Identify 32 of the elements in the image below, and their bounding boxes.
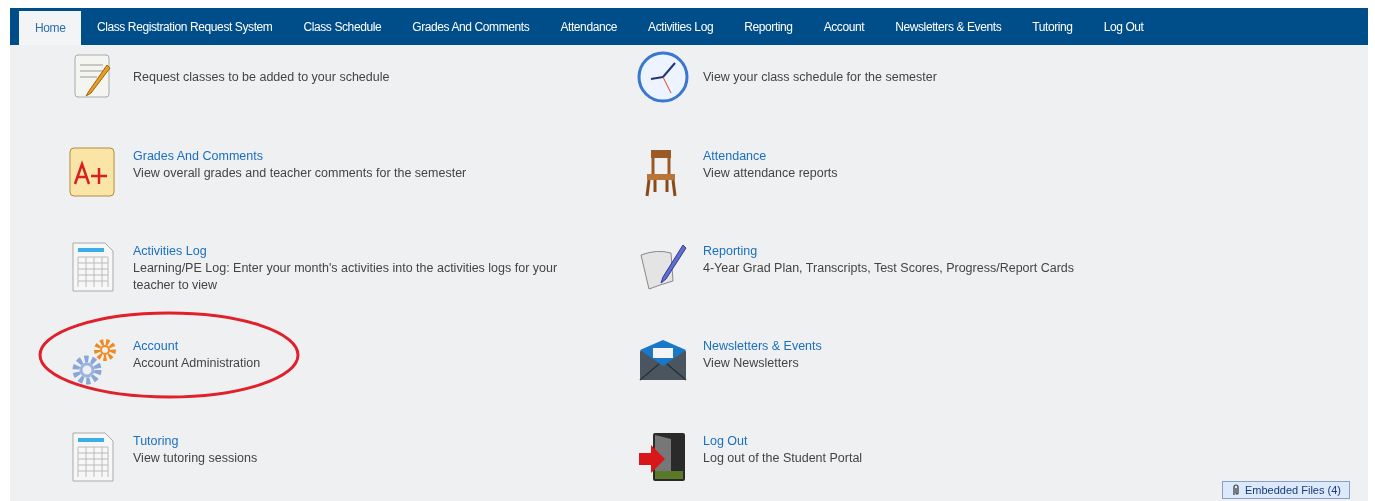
section-link[interactable]: Activities Log [133, 243, 583, 260]
nav-tab[interactable]: Newsletters & Events [879, 8, 1017, 45]
nav-tab[interactable]: Reporting [728, 8, 809, 45]
section-description: Learning/PE Log: Enter your month's activities into the activities logs for your teacher to view [133, 260, 559, 294]
nav-tab[interactable]: Class Registration Request System [81, 8, 288, 45]
nav-tab[interactable]: Activities Log [632, 8, 729, 45]
section-link[interactable]: Grades And Comments [133, 148, 467, 165]
section-link[interactable]: Attendance [703, 148, 838, 165]
nav-tab[interactable]: Log Out [1088, 8, 1160, 45]
section-link[interactable]: Newsletters & Events [703, 338, 822, 355]
nav-tab[interactable]: Class Schedule [287, 8, 397, 45]
section-link[interactable]: Account [133, 338, 261, 355]
section-description: 4-Year Grad Plan, Transcripts, Test Scores, Progress/Report Cards [703, 260, 1074, 277]
clock-icon[interactable] [637, 51, 689, 103]
section-description: View overall grades and teacher comments for the semester [133, 165, 467, 182]
nav-tab[interactable]: Grades And Comments [396, 8, 545, 45]
nav-tab[interactable]: Tutoring [1016, 8, 1089, 45]
section-description: View your class schedule for the semester [703, 69, 937, 86]
section-description: View tutoring sessions [133, 450, 258, 467]
embedded-files-button[interactable]: Embedded Files (4) [1222, 481, 1350, 499]
nav-tab[interactable]: Home [19, 11, 82, 45]
section-description: Request classes to be added to your schedule [133, 69, 390, 86]
section-description: Log out of the Student Portal [703, 450, 863, 467]
section-description: Account Administration [133, 355, 261, 372]
section-description: View attendance reports [703, 165, 838, 182]
nav-tab[interactable]: Account [808, 8, 880, 45]
section-link[interactable]: Log Out [703, 433, 863, 450]
section-link[interactable]: Tutoring [133, 433, 258, 450]
section-description: View Newsletters [703, 355, 800, 372]
section-link[interactable]: Reporting [703, 243, 1074, 260]
nav-tab[interactable]: Attendance [544, 8, 633, 45]
paperclip-icon [1231, 484, 1241, 496]
